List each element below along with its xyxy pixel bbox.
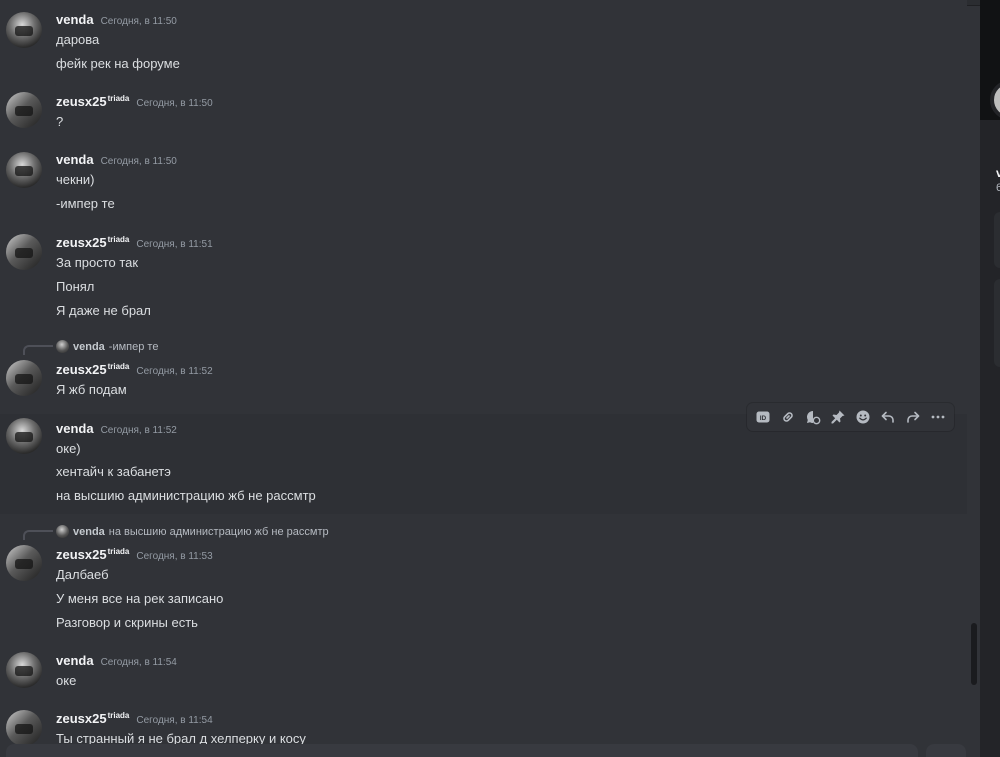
message-group: venda на высшию администрацию жб не расс… bbox=[0, 523, 967, 633]
message-group: venda -импер те zeusx25 triada Сегодня, в… bbox=[0, 338, 967, 402]
timestamp[interactable]: Сегодня, в 11:51 bbox=[136, 239, 212, 250]
avatar[interactable] bbox=[6, 360, 42, 396]
message-text: фейк рек на форуме bbox=[56, 56, 180, 71]
profile-subtitle: 6 bbox=[996, 182, 1000, 194]
message-actions-toolbar: ID bbox=[747, 403, 954, 431]
message-text: хентайч к забанетэ bbox=[56, 464, 171, 479]
reply-text: на высшию администрацию жб не рассмтр bbox=[108, 525, 329, 538]
username[interactable]: zeusx25 bbox=[56, 547, 107, 562]
avatar[interactable] bbox=[6, 234, 42, 270]
profile-card bbox=[994, 212, 1000, 268]
scrollbar-thumb[interactable] bbox=[971, 623, 977, 685]
more-icon[interactable] bbox=[927, 406, 949, 428]
timestamp[interactable]: Сегодня, в 11:50 bbox=[101, 156, 177, 167]
message-text: оке bbox=[56, 673, 77, 688]
username[interactable]: zeusx25 bbox=[56, 235, 107, 250]
message-text: Далбаеб bbox=[56, 567, 109, 582]
reply-spine bbox=[23, 345, 53, 355]
timestamp[interactable]: Сегодня, в 11:53 bbox=[136, 551, 212, 562]
message-group: zeusx25 triada Сегодня, в 11:50 ? bbox=[0, 88, 967, 130]
username[interactable]: venda bbox=[56, 653, 94, 668]
username[interactable]: zeusx25 bbox=[56, 94, 107, 109]
reply-username: venda bbox=[73, 525, 105, 538]
avatar[interactable] bbox=[6, 92, 42, 128]
reply-avatar bbox=[56, 525, 69, 538]
message-group: zeusx25 triada Сегодня, в 11:51 За просто… bbox=[0, 230, 967, 322]
emoji-icon[interactable] bbox=[852, 406, 874, 428]
message-text: За просто так bbox=[56, 255, 139, 270]
message-text: на высшию администрацию жб не рассмтр bbox=[56, 488, 316, 503]
message-group: zeusx25 triada Сегодня, в 11:54 Ты странн… bbox=[0, 706, 967, 746]
message-text: чекни) bbox=[56, 172, 95, 187]
timestamp[interactable]: Сегодня, в 11:52 bbox=[101, 425, 177, 436]
pin-icon[interactable] bbox=[827, 406, 849, 428]
profile-name: v bbox=[996, 166, 1000, 180]
username[interactable]: venda bbox=[56, 12, 94, 27]
message-text: -импер те bbox=[56, 196, 115, 211]
reply-text: -импер те bbox=[108, 340, 159, 353]
composer-action-button[interactable] bbox=[926, 744, 966, 757]
user-tag: triada bbox=[107, 711, 130, 720]
reply-preview[interactable]: venda -импер те bbox=[56, 340, 158, 353]
avatar[interactable] bbox=[6, 418, 42, 454]
reply-preview[interactable]: venda на высшию администрацию жб не расс… bbox=[56, 525, 329, 538]
message-text: Я даже не брал bbox=[56, 303, 151, 318]
thread-icon[interactable] bbox=[802, 406, 824, 428]
timestamp[interactable]: Сегодня, в 11:54 bbox=[101, 657, 177, 668]
message-text: оке) bbox=[56, 441, 81, 456]
forward-icon[interactable] bbox=[902, 406, 924, 428]
message-text: ? bbox=[56, 114, 64, 129]
timestamp[interactable]: Сегодня, в 11:50 bbox=[101, 16, 177, 27]
id-icon[interactable]: ID bbox=[752, 406, 774, 428]
timestamp[interactable]: Сегодня, в 11:52 bbox=[136, 366, 212, 377]
message-text: Разговор и скрины есть bbox=[56, 615, 198, 630]
username[interactable]: zeusx25 bbox=[56, 362, 107, 377]
avatar[interactable] bbox=[6, 652, 42, 688]
reply-spine bbox=[23, 530, 53, 540]
username[interactable]: zeusx25 bbox=[56, 711, 107, 726]
message-group: venda Сегодня, в 11:54 оке bbox=[0, 648, 967, 692]
username[interactable]: venda bbox=[56, 421, 94, 436]
username[interactable]: venda bbox=[56, 152, 94, 167]
avatar[interactable] bbox=[6, 152, 42, 188]
link-icon[interactable] bbox=[777, 406, 799, 428]
svg-text:ID: ID bbox=[760, 415, 767, 422]
avatar[interactable] bbox=[6, 12, 42, 48]
timestamp[interactable]: Сегодня, в 11:54 bbox=[136, 715, 212, 726]
user-tag: triada bbox=[107, 235, 130, 244]
user-tag: triada bbox=[107, 547, 130, 556]
reply-icon[interactable] bbox=[877, 406, 899, 428]
message-text: Понял bbox=[56, 279, 95, 294]
avatar[interactable] bbox=[6, 545, 42, 581]
user-tag: triada bbox=[107, 94, 130, 103]
message-text: дарова bbox=[56, 32, 100, 47]
message-group: venda Сегодня, в 11:50 дарова фейк рек н… bbox=[0, 8, 967, 76]
message-text: У меня все на рек записано bbox=[56, 591, 224, 606]
reply-username: venda bbox=[73, 340, 105, 353]
profile-card bbox=[994, 279, 1000, 367]
reply-avatar bbox=[56, 340, 69, 353]
message-text: Я жб подам bbox=[56, 382, 127, 397]
timestamp[interactable]: Сегодня, в 11:50 bbox=[136, 98, 212, 109]
user-tag: triada bbox=[107, 362, 130, 371]
message-group: venda Сегодня, в 11:50 чекни) -импер те bbox=[0, 148, 967, 216]
chat-area: venda Сегодня, в 11:50 дарова фейк рек н… bbox=[0, 0, 967, 757]
message-composer[interactable] bbox=[6, 744, 918, 757]
avatar[interactable] bbox=[6, 710, 42, 746]
user-profile-panel: v 6 bbox=[980, 0, 1000, 757]
